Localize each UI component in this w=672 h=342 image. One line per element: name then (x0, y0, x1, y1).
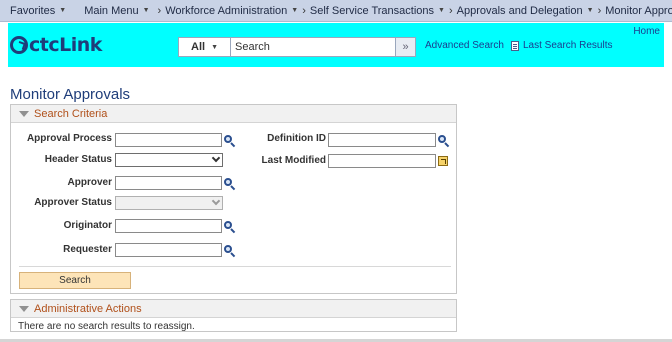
search-input[interactable] (230, 37, 396, 57)
breadcrumb-arrow-icon: › (597, 4, 602, 17)
breadcrumb-dropdown-icon[interactable]: ▼ (291, 7, 298, 14)
search-criteria-panel: Search Criteria Approval Process Header … (10, 104, 457, 294)
approval-process-field[interactable] (115, 133, 222, 147)
originator-label: Originator (63, 220, 112, 231)
requester-label: Requester (63, 244, 112, 255)
chevron-down-icon (211, 196, 221, 206)
main-menu[interactable]: Main Menu ▼ (74, 5, 149, 17)
favorites-label: Favorites (10, 4, 56, 17)
approval-process-label: Approval Process (26, 133, 112, 144)
logo-text: ctcLink (29, 34, 102, 56)
search-go-button[interactable]: » (396, 37, 416, 57)
requester-lookup-icon[interactable] (224, 245, 236, 258)
breadcrumb-approvals-and-delegation[interactable]: Approvals and Delegation (457, 5, 583, 17)
approver-status-select (115, 196, 223, 210)
home-link[interactable]: Home (633, 26, 660, 37)
main-menu-label: Main Menu (84, 4, 139, 17)
breadcrumb-monitor-approvals[interactable]: Monitor Approvals (605, 5, 672, 17)
header-status-label: Header Status (44, 154, 112, 165)
collapse-triangle-icon (19, 110, 29, 117)
advanced-search-link[interactable]: Advanced Search (425, 40, 504, 51)
breadcrumb-self-service-transactions[interactable]: Self Service Transactions (310, 5, 434, 17)
breadcrumb-dropdown-icon[interactable]: ▼ (438, 7, 445, 14)
definition-id-label: Definition ID (267, 133, 326, 144)
approval-process-lookup-icon[interactable] (224, 135, 236, 148)
search-criteria-header[interactable]: Search Criteria (11, 105, 456, 123)
breadcrumb: › Workforce Administration ▼ › Self Serv… (150, 5, 672, 17)
favorites-dropdown-icon: ▼ (59, 7, 67, 14)
definition-id-field[interactable] (328, 133, 436, 147)
chevron-down-icon (211, 153, 221, 163)
search-button[interactable]: Search (19, 272, 131, 289)
breadcrumb-arrow-icon: › (302, 4, 306, 17)
ctclink-logo[interactable]: ctcLink (10, 34, 102, 56)
search-scope-label: All (191, 41, 206, 53)
last-modified-field[interactable] (328, 154, 436, 168)
definition-id-lookup-icon[interactable] (438, 135, 450, 148)
favorites-menu[interactable]: Favorites ▼ (0, 5, 66, 17)
top-navbar: Favorites ▼ Main Menu ▼ › Workforce Admi… (0, 0, 672, 22)
main-menu-dropdown-icon: ▼ (142, 7, 150, 14)
page-title: Monitor Approvals (10, 86, 131, 103)
last-modified-label: Last Modified (261, 155, 326, 166)
breadcrumb-dropdown-icon[interactable]: ▼ (587, 7, 594, 14)
search-criteria-title: Search Criteria (34, 107, 108, 120)
no-results-message: There are no search results to reassign. (18, 321, 195, 332)
approver-status-label: Approver Status (34, 197, 112, 208)
originator-field[interactable] (115, 219, 222, 233)
header-banner: Home ctcLink All ▼ » Advanced Search Las… (8, 23, 664, 67)
last-search-results-label: Last Search Results (523, 40, 613, 51)
approver-label: Approver (67, 177, 112, 188)
originator-lookup-icon[interactable] (224, 221, 236, 234)
collapse-triangle-icon (19, 305, 29, 312)
approver-field[interactable] (115, 176, 222, 190)
header-status-select[interactable] (115, 153, 223, 167)
approver-lookup-icon[interactable] (224, 178, 236, 191)
administrative-actions-title: Administrative Actions (34, 302, 142, 315)
administrative-actions-header[interactable]: Administrative Actions (11, 300, 456, 318)
logo-text-light: Link (59, 34, 102, 56)
global-search: All ▼ » (178, 37, 416, 57)
requester-field[interactable] (115, 243, 222, 257)
administrative-actions-panel: Administrative Actions There are no sear… (10, 299, 457, 332)
last-search-results-link[interactable]: Last Search Results (511, 40, 613, 51)
logo-text-bold: ctc (29, 34, 60, 56)
breadcrumb-workforce-administration[interactable]: Workforce Administration (165, 5, 287, 17)
criteria-divider (19, 266, 451, 267)
logo-swirl-icon (10, 36, 28, 54)
search-scope-select[interactable]: All ▼ (178, 37, 230, 57)
document-icon (511, 40, 519, 51)
breadcrumb-arrow-icon: › (448, 4, 453, 17)
breadcrumb-arrow-icon: › (157, 4, 162, 17)
chevron-down-icon: ▼ (211, 43, 218, 51)
calendar-icon[interactable] (438, 156, 448, 166)
